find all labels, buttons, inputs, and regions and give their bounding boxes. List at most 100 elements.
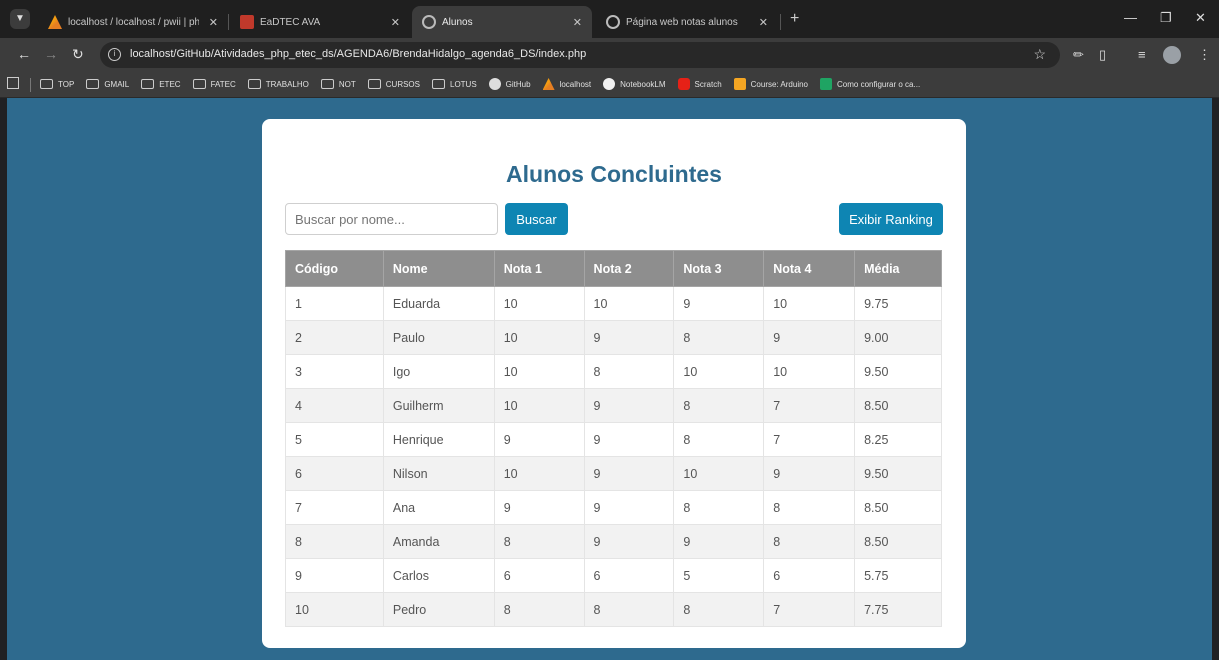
cell-nome: Amanda [382, 524, 495, 559]
close-icon[interactable]: ✕ [759, 16, 768, 29]
tab-pagina-notas[interactable]: Página web notas alunos ✕ [596, 6, 778, 38]
cell-nota2: 9 [583, 388, 675, 423]
table-row: 1 Eduarda 10 10 9 10 9.75 [285, 286, 942, 321]
page-title: Alunos Concluintes [506, 161, 722, 187]
bookmark-item[interactable]: TRABALHO [247, 78, 309, 90]
minimize-icon[interactable]: — [1124, 10, 1137, 25]
apps-grid-icon[interactable] [7, 77, 19, 89]
notebooklm-icon [603, 78, 616, 90]
avatar[interactable] [1163, 46, 1181, 64]
tab-title: Alunos [442, 16, 473, 28]
bookmark-item[interactable]: Scratch [677, 78, 722, 90]
bookmark-item[interactable]: Como configurar o ca... [820, 78, 920, 90]
cell-codigo: 8 [285, 524, 384, 559]
reading-list-icon[interactable]: ≡ [1138, 47, 1146, 63]
tab-search-button[interactable]: ▼ [10, 9, 30, 29]
cell-codigo: 9 [285, 558, 384, 593]
header-nome: Nome [382, 250, 495, 287]
cell-nota3: 10 [673, 456, 765, 491]
close-icon[interactable]: ✕ [391, 16, 400, 29]
tab-title: Página web notas alunos [626, 16, 738, 28]
menu-dots-icon[interactable]: ⋮ [1198, 47, 1211, 63]
table-row: 10 Pedro 8 8 8 7 7.75 [285, 592, 942, 627]
restore-icon[interactable]: ❐ [1160, 10, 1172, 26]
bookmark-label: LOTUS [450, 79, 477, 89]
cell-media: 9.75 [854, 286, 942, 321]
tab-strip: ▼ localhost / localhost / pwii | phpM ✕ … [0, 0, 1219, 38]
bookmark-label: TOP [58, 79, 75, 89]
cell-nota4: 6 [763, 558, 856, 593]
cell-codigo: 4 [285, 388, 384, 423]
cell-codigo: 6 [285, 456, 384, 491]
cell-nota3: 8 [673, 490, 765, 525]
cell-nota1: 8 [493, 592, 585, 627]
close-icon[interactable]: ✕ [573, 16, 582, 29]
tab-phpmyadmin[interactable]: localhost / localhost / pwii | phpM ✕ [38, 6, 228, 38]
cell-nota2: 9 [583, 456, 675, 491]
cell-nota4: 7 [763, 388, 856, 423]
cell-codigo: 2 [285, 320, 384, 355]
folder-icon [192, 79, 206, 89]
bookmark-item[interactable]: TOP [40, 78, 74, 90]
bookmark-item[interactable]: GMAIL [86, 78, 129, 90]
tab-alunos[interactable]: Alunos ✕ [412, 6, 592, 38]
cell-media: 9.50 [854, 456, 942, 491]
cell-nota4: 9 [763, 320, 856, 355]
header-codigo: Código [285, 250, 384, 287]
cell-nota4: 9 [763, 456, 856, 491]
page-viewport: Alunos Concluintes Buscar Exibir Ranking… [7, 98, 1212, 660]
header-media: Média [854, 250, 942, 287]
folder-icon [247, 79, 261, 89]
cell-nota1: 10 [493, 286, 585, 321]
bookmark-item[interactable]: NOT [320, 78, 356, 90]
bookmark-item[interactable]: GitHub [488, 78, 531, 90]
bookmark-item[interactable]: ETEC [141, 78, 181, 90]
bookmark-item[interactable]: Course: Arduino [733, 78, 809, 90]
cell-nota3: 9 [673, 286, 765, 321]
table-row: 5 Henrique 9 9 8 7 8.25 [285, 422, 942, 457]
cell-nota3: 5 [673, 558, 765, 593]
reload-icon[interactable]: ↻ [72, 46, 84, 62]
bookmark-label: CURSOS [385, 79, 420, 89]
search-button[interactable]: Buscar [505, 203, 568, 235]
cell-nota2: 9 [583, 422, 675, 457]
bookmark-item[interactable]: CURSOS [367, 78, 420, 90]
address-bar[interactable]: i localhost/GitHub/Atividades_php_etec_d… [100, 42, 1060, 68]
site-info-icon[interactable]: i [108, 48, 121, 61]
show-ranking-button[interactable]: Exibir Ranking [839, 203, 943, 235]
table-row: 8 Amanda 8 9 9 8 8.50 [285, 524, 942, 559]
close-icon[interactable]: ✕ [209, 16, 218, 29]
table-row: 6 Nilson 10 9 10 9 9.50 [285, 456, 942, 491]
cell-nota4: 8 [763, 490, 856, 525]
bookmark-list: TOP GMAIL ETEC FATEC TRABALHO NOT CURSOS… [40, 78, 920, 90]
forward-arrow-icon[interactable]: → [44, 46, 58, 62]
folder-icon [86, 79, 100, 89]
extensions-icon[interactable]: ▯ [1099, 47, 1106, 63]
bookmark-label: ETEC [159, 79, 181, 89]
bookmark-item[interactable]: NotebookLM [603, 78, 666, 90]
bookmark-item[interactable]: FATEC [192, 78, 236, 90]
bookmark-label: Course: Arduino [750, 79, 809, 89]
new-tab-plus-icon[interactable]: + [790, 11, 799, 27]
cell-nota1: 9 [493, 422, 585, 457]
ava-icon [240, 15, 254, 29]
table-row: 2 Paulo 10 9 8 9 9.00 [285, 320, 942, 355]
phpmyadmin-icon [542, 78, 555, 90]
cell-nota2: 9 [583, 320, 675, 355]
pen-icon[interactable]: ✏ [1073, 47, 1084, 63]
tab-eadtec[interactable]: EaDTEC AVA ✕ [230, 6, 410, 38]
search-input[interactable] [285, 203, 498, 235]
cell-media: 5.75 [854, 558, 942, 593]
bookmark-star-icon[interactable]: ☆ [1033, 46, 1046, 63]
bookmark-item[interactable]: LOTUS [432, 78, 477, 90]
bookmark-item[interactable]: localhost [542, 78, 591, 90]
bookmark-label: GitHub [505, 79, 531, 89]
tab-separator [780, 14, 781, 30]
cell-nome: Ana [382, 490, 495, 525]
back-arrow-icon[interactable]: ← [17, 46, 31, 62]
window-close-icon[interactable]: ✕ [1195, 10, 1206, 26]
cell-nome: Igo [382, 354, 495, 389]
cell-codigo: 5 [285, 422, 384, 457]
cell-nome: Henrique [382, 422, 495, 457]
tab-title: localhost / localhost / pwii | phpM [68, 16, 199, 28]
